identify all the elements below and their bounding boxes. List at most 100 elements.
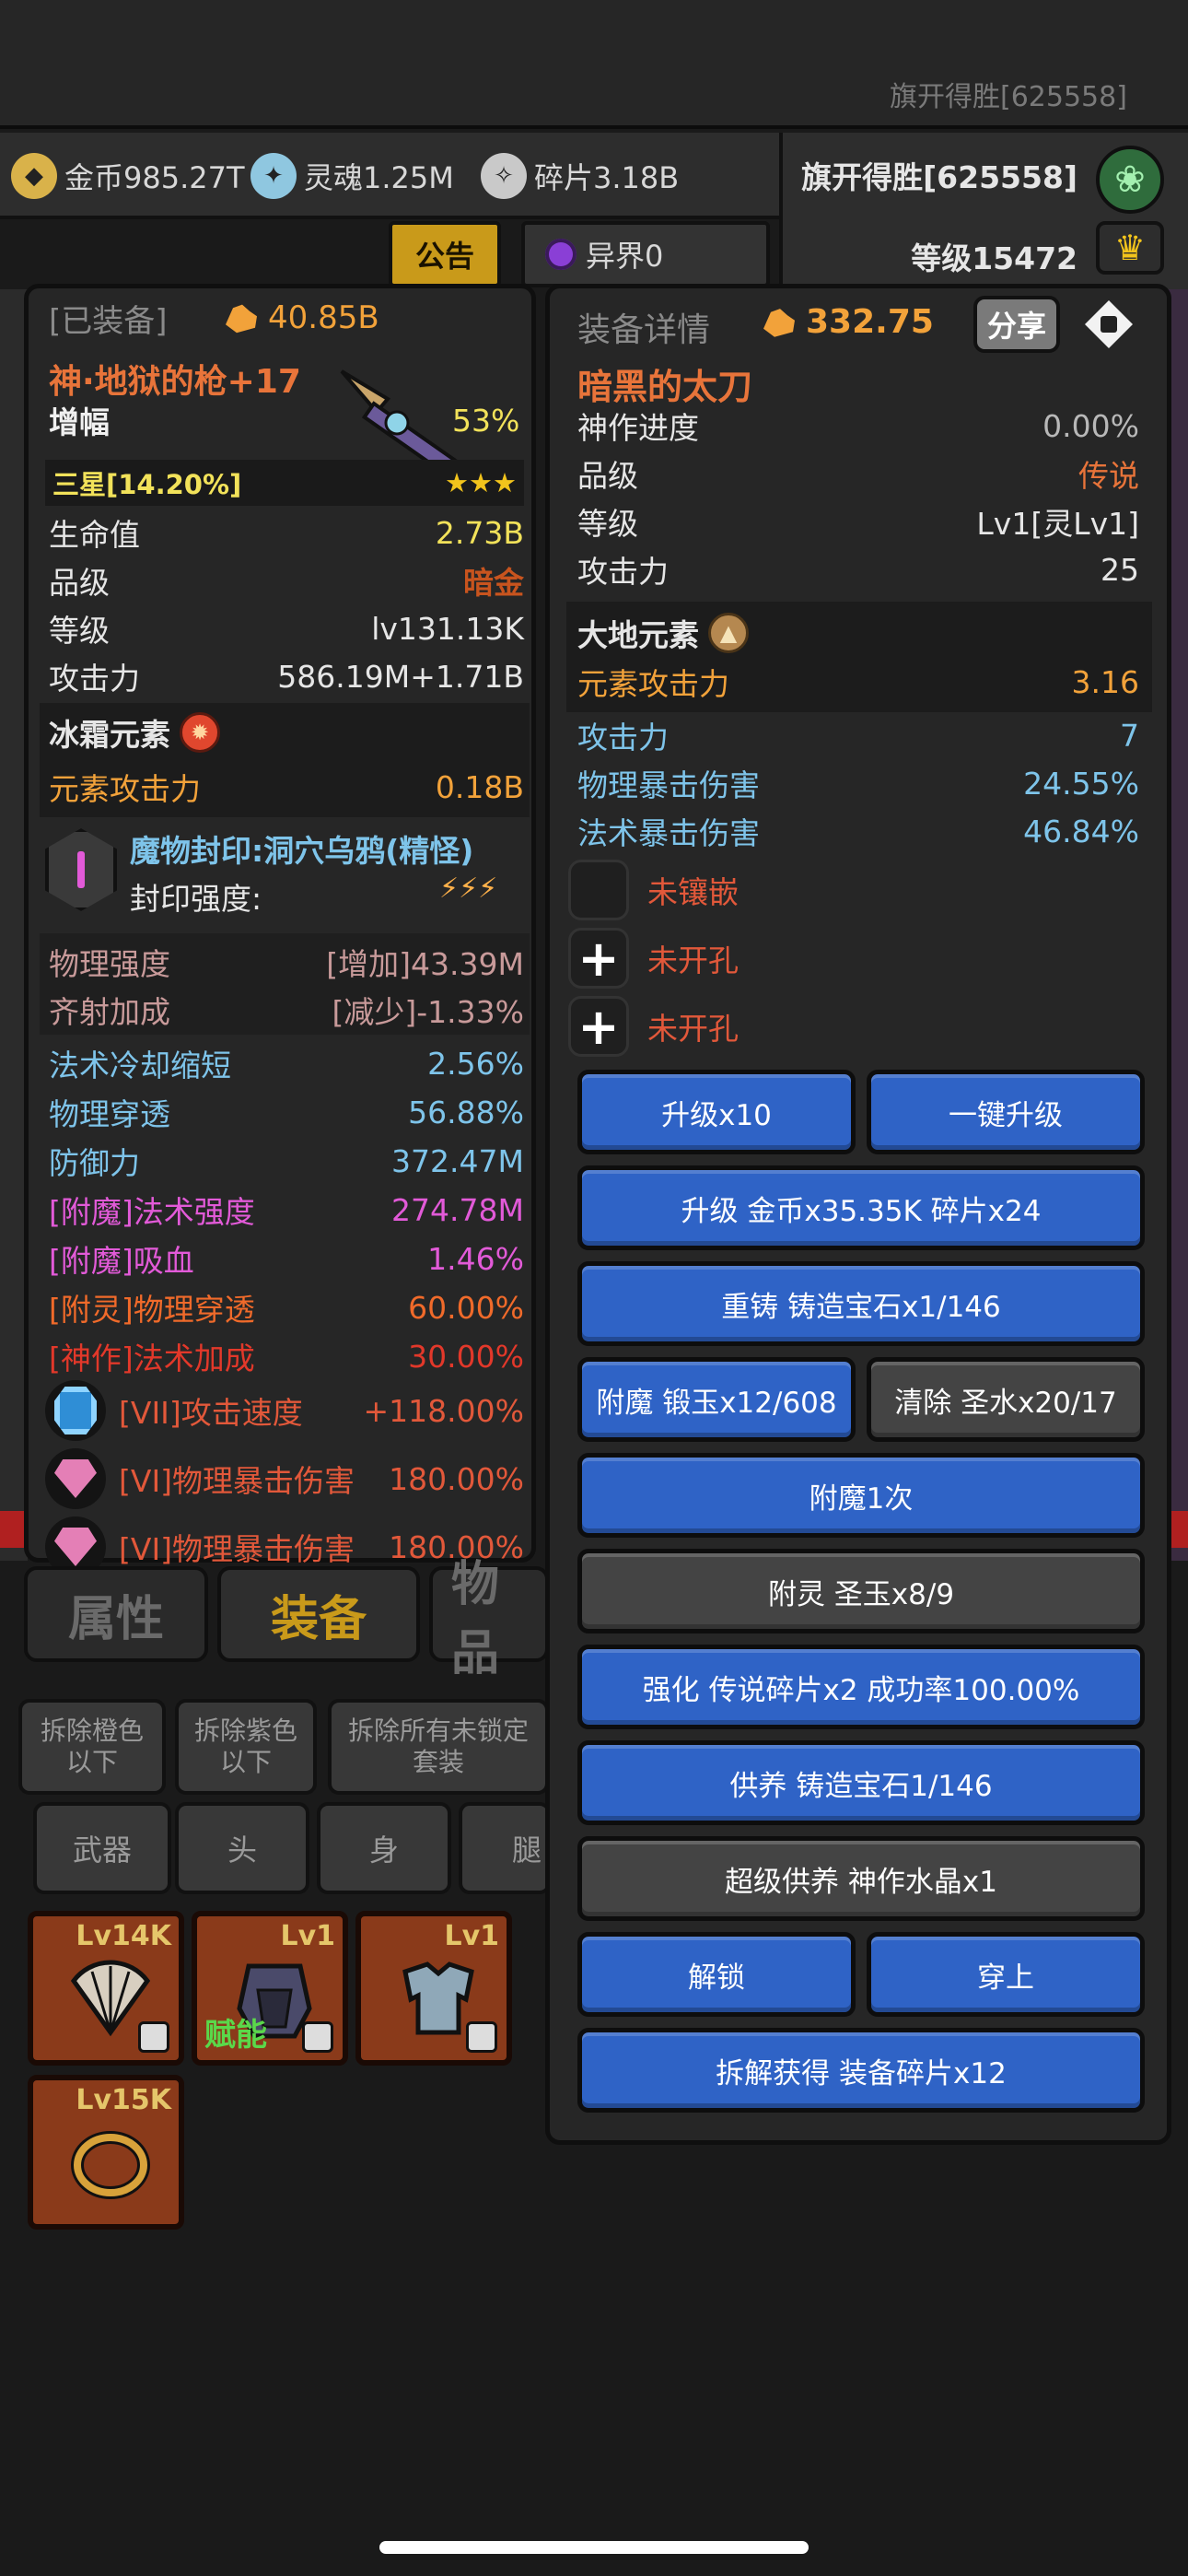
tab-attributes[interactable]: 属性 (24, 1566, 208, 1662)
stat-label: 物理暴击伤害 (577, 767, 760, 803)
socket-label: 未开孔 (647, 1011, 739, 1047)
player-panel[interactable]: 旗开得胜[625558] ❀ 等级15472 ♛ (779, 133, 1188, 289)
upgrade-x10-button[interactable]: 升级x10 (577, 1070, 856, 1154)
equip-button[interactable]: 穿上 (867, 1932, 1145, 2017)
hp-row: 生命值 2.73B (49, 509, 524, 556)
socket-slot[interactable]: + 未开孔 (568, 996, 739, 1057)
socket-slot[interactable]: 未镶嵌 (568, 860, 739, 920)
inventory-slot[interactable]: Lv15K (28, 2075, 184, 2230)
amplify-label: 增幅 (49, 404, 110, 440)
share-button[interactable]: 分享 (973, 296, 1060, 353)
dismantle-button[interactable]: 拆解获得 装备碎片x12 (577, 2028, 1145, 2113)
empty-socket-icon (568, 860, 629, 920)
stat-label: [附魔]法术强度 (49, 1194, 255, 1230)
lock-icon[interactable] (138, 2021, 169, 2053)
dismantle-purple-button[interactable]: 拆除紫色 以下 (175, 1699, 317, 1795)
stat-value: 25 (1101, 551, 1139, 588)
unlock-button[interactable]: 解锁 (577, 1932, 856, 2017)
super-offer-button[interactable]: 超级供养 神作水晶x1 (577, 1836, 1145, 1921)
seal-icon (45, 828, 117, 911)
lock-toggle-icon[interactable] (1078, 294, 1139, 355)
socket-label: 未开孔 (647, 943, 739, 978)
soul-icon: ✦ (250, 153, 297, 199)
category-head[interactable]: 头 (175, 1802, 309, 1894)
player-name-faded: 旗开得胜[625558] (890, 81, 1127, 113)
equipped-stat-row: 法术冷却缩短 2.56% (49, 1040, 524, 1086)
reforge-button[interactable]: 重铸 铸造宝石x1/146 (577, 1261, 1145, 1346)
enchant-once-button[interactable]: 附魔1次 (577, 1453, 1145, 1538)
element-attack-value: 3.16 (1071, 663, 1139, 700)
main-tabs: 属性 装备 物品 (24, 1557, 549, 1681)
lock-icon[interactable] (466, 2021, 497, 2053)
details-title: 装备详情 (577, 311, 711, 349)
one-click-upgrade-button[interactable]: 一键升级 (867, 1070, 1145, 1154)
fragment-amount: 碎片3.18B (534, 160, 680, 195)
seal-stat-row: 齐射加成 [减少]-1.33% (49, 987, 524, 1033)
gem-value: 180.00% (389, 1460, 524, 1497)
grade-value: 暗金 (463, 565, 524, 601)
seal-stat-row: 物理强度 [增加]43.39M (49, 939, 524, 985)
crown-icon[interactable]: ♛ (1096, 221, 1164, 275)
equipped-stat-row: [附魔]法术强度 274.78M (49, 1187, 524, 1233)
star-row: 三星[14.20%] ★★★ (45, 460, 524, 506)
lock-icon[interactable] (302, 2021, 333, 2053)
equipped-item-name: 神·地狱的枪+17 (49, 363, 301, 401)
earth-element-icon: ▲ (708, 613, 749, 653)
dismantle-orange-button[interactable]: 拆除橙色 以下 (18, 1699, 166, 1795)
stat-value: 46.84% (1023, 813, 1139, 849)
details-stat-row: 攻击力 25 (577, 546, 1139, 592)
equipped-stat-row: 物理穿透 56.88% (49, 1089, 524, 1135)
item-level: Lv1 (444, 1920, 499, 1952)
plus-icon: + (568, 996, 629, 1057)
stat-value: 24.55% (1023, 765, 1139, 802)
spirit-attach-button[interactable]: 附灵 圣玉x8/9 (577, 1549, 1145, 1633)
equipped-power-value: 40.85B (268, 299, 379, 336)
hp-value: 2.73B (435, 514, 524, 551)
strengthen-button[interactable]: 强化 传说碎片x2 成功率100.00% (577, 1645, 1145, 1729)
seal-stat-label: 齐射加成 (49, 994, 170, 1030)
tab-items[interactable]: 物品 (429, 1557, 549, 1681)
hp-label: 生命值 (49, 517, 140, 553)
details-item-name: 暗黑的太刀 (577, 367, 753, 407)
stat-value: 1.46% (427, 1240, 524, 1277)
category-legs[interactable]: 腿 (459, 1802, 551, 1894)
top-bar: 旗开得胜[625558] (0, 0, 1188, 129)
upgrade-cost-button[interactable]: 升级 金币x35.35K 碎片x24 (577, 1165, 1145, 1250)
enchant-button[interactable]: 附魔 锻玉x12/608 (577, 1357, 856, 1442)
details-stat-row: 品级 传说 (577, 451, 1139, 497)
socket-label: 未镶嵌 (647, 874, 739, 910)
inventory-slot[interactable]: Lv14K (28, 1911, 184, 2066)
notice-button[interactable]: 公告 (389, 221, 501, 287)
dismantle-unlocked-sets-button[interactable]: 拆除所有未锁定 套装 (328, 1699, 549, 1795)
item-level: Lv14K (76, 1920, 171, 1952)
stat-label: 法术暴击伤害 (577, 815, 760, 851)
category-weapon[interactable]: 武器 (33, 1802, 171, 1894)
stat-label: [附魔]吸血 (49, 1243, 194, 1279)
seal-stat-label: 物理强度 (49, 946, 170, 982)
empower-badge: 赋能 (204, 2017, 267, 2054)
inventory-slot[interactable]: Lv1 赋能 (192, 1911, 348, 2066)
equipped-tag: [已装备] (49, 303, 168, 340)
star-label: 三星[14.20%] (52, 469, 242, 500)
player-name: 旗开得胜[625558] (801, 159, 1077, 195)
stat-value: 0.00% (1042, 407, 1139, 444)
otherworld-counter[interactable]: 异界0 (521, 221, 770, 287)
attack-value: 586.19M+1.71B (277, 658, 524, 695)
seal-stat-value: [减少]-1.33% (332, 994, 525, 1030)
level-value: lv131.13K (371, 610, 524, 647)
offer-button[interactable]: 供养 铸造宝石1/146 (577, 1740, 1145, 1825)
gem-row: [VI]物理暴击伤害 180.00% (45, 1446, 524, 1512)
player-level: 等级15472 (911, 240, 1077, 276)
gem-value: +118.00% (363, 1392, 524, 1429)
stat-value: 30.00% (408, 1338, 524, 1375)
home-indicator[interactable] (379, 2541, 809, 2554)
star-rating-icon: ★★★ (445, 467, 517, 498)
inventory-slot[interactable]: Lv1 (355, 1911, 512, 2066)
ring-icon (71, 2131, 150, 2199)
details-extra-row: 法术暴击伤害 46.84% (577, 808, 1139, 854)
tab-equipment[interactable]: 装备 (217, 1566, 420, 1662)
clear-enchant-button[interactable]: 清除 圣水x20/17 (867, 1357, 1145, 1442)
avatar[interactable]: ❀ (1096, 146, 1164, 214)
socket-slot[interactable]: + 未开孔 (568, 928, 739, 989)
category-body[interactable]: 身 (317, 1802, 451, 1894)
